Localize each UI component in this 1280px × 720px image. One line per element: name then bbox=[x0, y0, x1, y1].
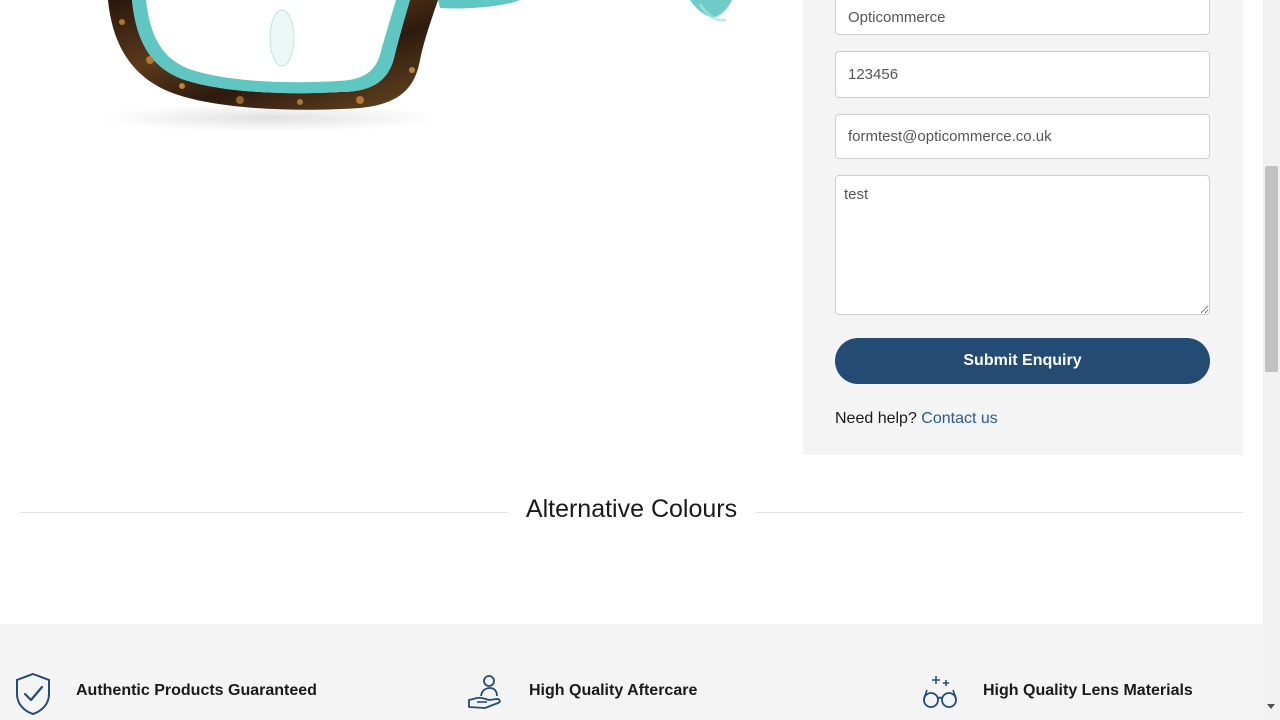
contact-us-link[interactable]: Contact us bbox=[921, 410, 997, 427]
hand-care-icon bbox=[467, 672, 507, 717]
message-textarea[interactable]: test bbox=[835, 175, 1210, 315]
help-text: Need help? bbox=[835, 410, 917, 427]
glasses-image bbox=[100, 0, 732, 132]
help-line: Need help? Contact us bbox=[835, 410, 998, 428]
feature-label: High Quality Lens Materials bbox=[983, 682, 1193, 699]
page: test Submit Enquiry Need help? Contact u… bbox=[0, 0, 1263, 720]
scrollbar-thumb[interactable] bbox=[1265, 166, 1278, 372]
product-image bbox=[0, 0, 800, 450]
company-field[interactable] bbox=[835, 0, 1210, 35]
feature-label: High Quality Aftercare bbox=[529, 682, 698, 699]
phone-field[interactable] bbox=[835, 51, 1210, 98]
glasses-sparkle-icon bbox=[921, 672, 961, 717]
page-scrollbar[interactable] bbox=[1263, 0, 1280, 720]
enquiry-form-panel: test Submit Enquiry Need help? Contact u… bbox=[803, 0, 1243, 455]
email-field[interactable] bbox=[835, 114, 1210, 159]
scroll-down-arrow-icon[interactable] bbox=[1267, 704, 1275, 709]
alternative-colours-section: Alternative Colours bbox=[20, 490, 1243, 530]
alternative-colours-heading: Alternative Colours bbox=[20, 490, 1243, 528]
shield-check-icon bbox=[14, 672, 52, 720]
feature-label: Authentic Products Guaranteed bbox=[76, 682, 317, 699]
submit-enquiry-button[interactable]: Submit Enquiry bbox=[835, 338, 1210, 384]
features-band: Authentic Products Guaranteed High Quali… bbox=[0, 624, 1263, 720]
